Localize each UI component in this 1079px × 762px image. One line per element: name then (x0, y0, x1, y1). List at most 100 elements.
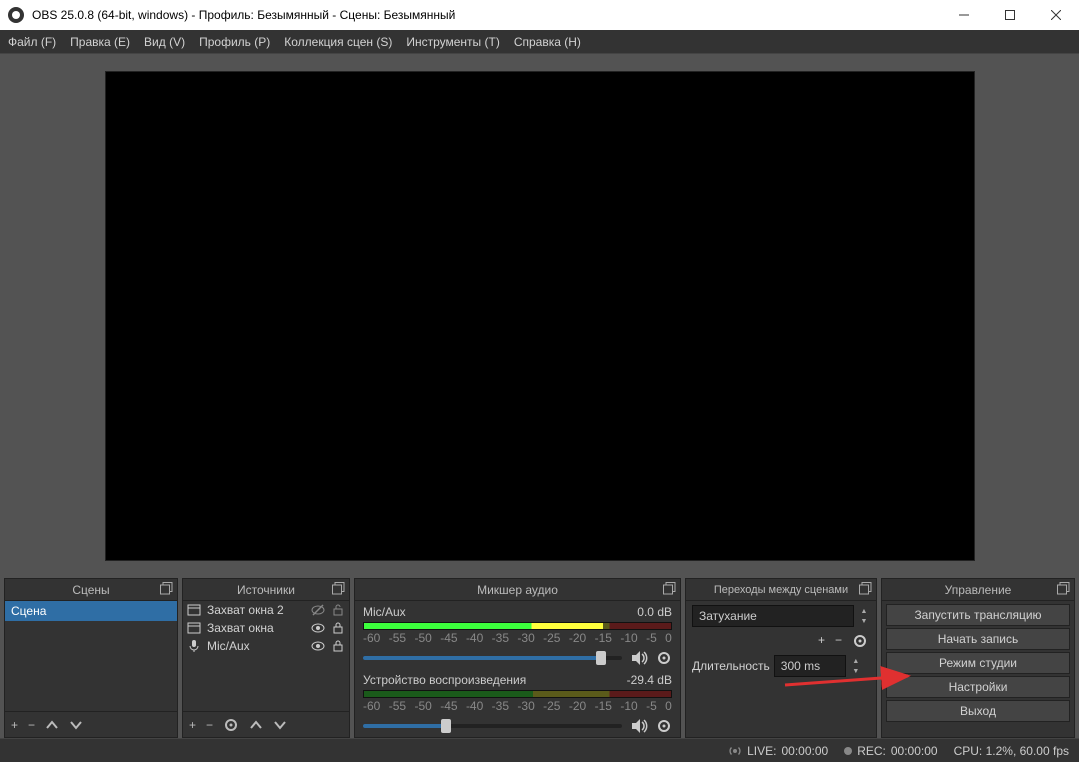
lock-toggle[interactable] (331, 639, 345, 653)
channel-settings-button[interactable] (656, 718, 672, 734)
duration-input[interactable]: 300 ms (774, 655, 846, 677)
source-label: Захват окна (207, 621, 274, 635)
broadcast-icon (728, 744, 742, 758)
studio-mode-button[interactable]: Режим студии (886, 652, 1070, 674)
remove-scene-button[interactable]: − (28, 718, 35, 732)
menu-profile[interactable]: Профиль (P) (199, 35, 270, 49)
visibility-toggle[interactable] (311, 603, 325, 617)
scene-item[interactable]: Сцена (5, 601, 177, 621)
scenes-list[interactable]: Сцена (5, 601, 177, 711)
transitions-dock: Переходы между сценами Затухание ▲▼ + − … (685, 578, 877, 738)
window-controls (941, 0, 1079, 30)
duration-label: Длительность (692, 659, 770, 673)
add-transition-button[interactable]: + (818, 633, 825, 649)
move-source-up-button[interactable] (249, 718, 263, 732)
window-icon (187, 621, 201, 635)
controls-header: Управление (882, 579, 1074, 601)
rec-time: 00:00:00 (891, 744, 938, 758)
visibility-toggle[interactable] (311, 639, 325, 653)
controls-title: Управление (945, 583, 1012, 597)
popout-icon[interactable] (663, 582, 676, 595)
add-scene-button[interactable]: + (11, 718, 18, 732)
menu-file[interactable]: Файл (F) (8, 35, 56, 49)
channel-name: Устройство воспроизведения (363, 673, 526, 687)
window-icon (187, 603, 201, 617)
meter-ticks: -60-55-50-45-40-35-30-25-20-15-10-50 (363, 699, 672, 713)
statusbar: LIVE: 00:00:00 REC: 00:00:00 CPU: 1.2%, … (0, 738, 1079, 762)
channel-name: Mic/Aux (363, 605, 406, 619)
record-dot-icon (844, 747, 852, 755)
move-source-down-button[interactable] (273, 718, 287, 732)
start-record-button[interactable]: Начать запись (886, 628, 1070, 650)
transitions-body: Затухание ▲▼ + − Длительность 300 ms ▲▼ (686, 601, 876, 737)
source-item[interactable]: Mic/Aux (183, 637, 349, 655)
menu-tools[interactable]: Инструменты (T) (406, 35, 499, 49)
speaker-icon[interactable] (630, 649, 648, 667)
transition-spin[interactable]: ▲▼ (858, 607, 870, 626)
mic-icon (187, 639, 201, 653)
scenes-toolbar: + − (5, 711, 177, 737)
add-source-button[interactable]: + (189, 718, 196, 732)
mixer-dock: Микшер аудио Mic/Aux 0.0 dB -60-55-50-45-4… (354, 578, 681, 738)
lock-toggle[interactable] (331, 621, 345, 635)
app-icon (8, 7, 24, 23)
menu-help[interactable]: Справка (H) (514, 35, 581, 49)
channel-settings-button[interactable] (656, 650, 672, 666)
mixer-title: Микшер аудио (477, 583, 558, 597)
sources-toolbar: + − (183, 711, 349, 737)
controls-dock: Управление Запустить трансляцию Начать з… (881, 578, 1075, 738)
volume-slider[interactable] (363, 656, 622, 660)
exit-button[interactable]: Выход (886, 700, 1070, 722)
channel-db: -29.4 dB (627, 673, 672, 687)
popout-icon[interactable] (160, 582, 173, 595)
lock-toggle[interactable] (331, 603, 345, 617)
scenes-dock: Сцены Сцена + − (4, 578, 178, 738)
popout-icon[interactable] (859, 582, 872, 595)
sources-header: Источники (183, 579, 349, 601)
source-label: Mic/Aux (207, 639, 250, 653)
status-cpu: CPU: 1.2%, 60.00 fps (954, 744, 1069, 758)
live-time: 00:00:00 (781, 744, 828, 758)
menu-edit[interactable]: Правка (E) (70, 35, 130, 49)
popout-icon[interactable] (1057, 582, 1070, 595)
window-title: OBS 25.0.8 (64-bit, windows) - Профиль: … (32, 8, 455, 22)
transitions-title: Переходы между сценами (714, 584, 848, 596)
mixer-channel: Устройство воспроизведения -29.4 dB -60-55… (355, 669, 680, 737)
visibility-toggle[interactable] (311, 621, 325, 635)
popout-icon[interactable] (332, 582, 345, 595)
transition-settings-button[interactable] (852, 633, 868, 649)
menu-scene-collection[interactable]: Коллекция сцен (S) (284, 35, 392, 49)
mixer-header: Микшер аудио (355, 579, 680, 601)
settings-button[interactable]: Настройки (886, 676, 1070, 698)
start-stream-button[interactable]: Запустить трансляцию (886, 604, 1070, 626)
scenes-title: Сцены (72, 583, 109, 597)
transitions-header: Переходы между сценами (686, 579, 876, 601)
sources-list[interactable]: Захват окна 2 Захват окна Mic/Aux (183, 601, 349, 711)
mixer-body: Mic/Aux 0.0 dB -60-55-50-45-40-35-30-25-20… (355, 601, 680, 737)
status-rec: REC: 00:00:00 (844, 744, 937, 758)
source-item[interactable]: Захват окна 2 (183, 601, 349, 619)
volume-slider[interactable] (363, 724, 622, 728)
menu-view[interactable]: Вид (V) (144, 35, 185, 49)
move-scene-down-button[interactable] (69, 718, 83, 732)
speaker-icon[interactable] (630, 717, 648, 735)
sources-dock: Источники Захват окна 2 Захват окна Mic/Au… (182, 578, 350, 738)
maximize-button[interactable] (987, 0, 1033, 30)
remove-source-button[interactable]: − (206, 718, 213, 732)
source-item[interactable]: Захват окна (183, 619, 349, 637)
preview-canvas[interactable] (105, 71, 975, 561)
transition-select[interactable]: Затухание (692, 605, 854, 627)
source-label: Захват окна 2 (207, 603, 284, 617)
source-properties-button[interactable] (223, 717, 239, 733)
duration-spin[interactable]: ▲▼ (850, 657, 862, 676)
status-live: LIVE: 00:00:00 (728, 744, 828, 758)
mixer-channel: Mic/Aux 0.0 dB -60-55-50-45-40-35-30-25-20… (355, 601, 680, 669)
sources-title: Источники (237, 583, 295, 597)
remove-transition-button[interactable]: − (835, 633, 842, 649)
move-scene-up-button[interactable] (45, 718, 59, 732)
channel-db: 0.0 dB (637, 605, 672, 619)
close-button[interactable] (1033, 0, 1079, 30)
preview-area (0, 54, 1079, 578)
minimize-button[interactable] (941, 0, 987, 30)
meter-ticks: -60-55-50-45-40-35-30-25-20-15-10-50 (363, 631, 672, 645)
